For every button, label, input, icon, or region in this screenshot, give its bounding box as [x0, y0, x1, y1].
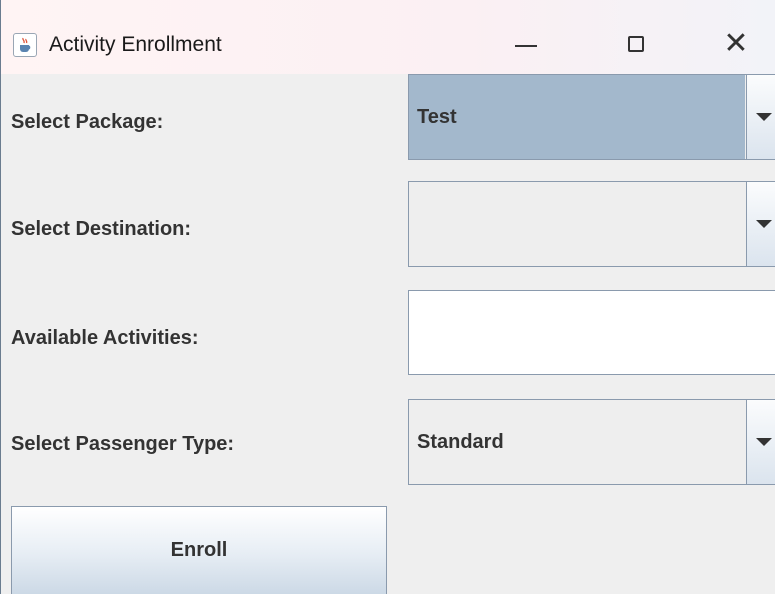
window-title: Activity Enrollment	[49, 33, 222, 56]
available-activities-label: Available Activities:	[11, 327, 199, 349]
destination-selected-value	[417, 182, 745, 266]
passenger-type-selected-value: Standard	[417, 430, 504, 453]
destination-dropdown-button[interactable]	[746, 182, 775, 266]
destination-combobox[interactable]	[408, 181, 775, 267]
package-selected-value: Test	[409, 75, 745, 159]
select-passenger-type-label: Select Passenger Type:	[11, 433, 235, 455]
enroll-button[interactable]: Enroll	[11, 506, 387, 594]
chevron-down-icon	[756, 220, 772, 228]
select-destination-label: Select Destination:	[11, 218, 192, 240]
package-dropdown-button[interactable]	[746, 75, 775, 159]
java-cup-icon	[13, 33, 37, 57]
activity-enrollment-window: Activity Enrollment ✕ Select Package: Te…	[0, 0, 775, 594]
title-bar[interactable]: Activity Enrollment ✕	[1, 0, 775, 74]
maximize-button[interactable]	[591, 20, 681, 68]
select-package-label: Select Package:	[11, 111, 164, 133]
maximize-icon	[628, 36, 644, 52]
close-button[interactable]: ✕	[691, 20, 775, 68]
chevron-down-icon	[756, 113, 772, 121]
passenger-type-combobox[interactable]: Standard	[408, 399, 775, 485]
chevron-down-icon	[756, 438, 772, 446]
package-combobox[interactable]: Test	[408, 74, 775, 160]
minimize-icon	[515, 45, 537, 47]
close-icon: ✕	[723, 26, 749, 61]
minimize-button[interactable]	[481, 20, 571, 68]
available-activities-field[interactable]	[408, 290, 775, 375]
passenger-type-dropdown-button[interactable]	[746, 400, 775, 484]
